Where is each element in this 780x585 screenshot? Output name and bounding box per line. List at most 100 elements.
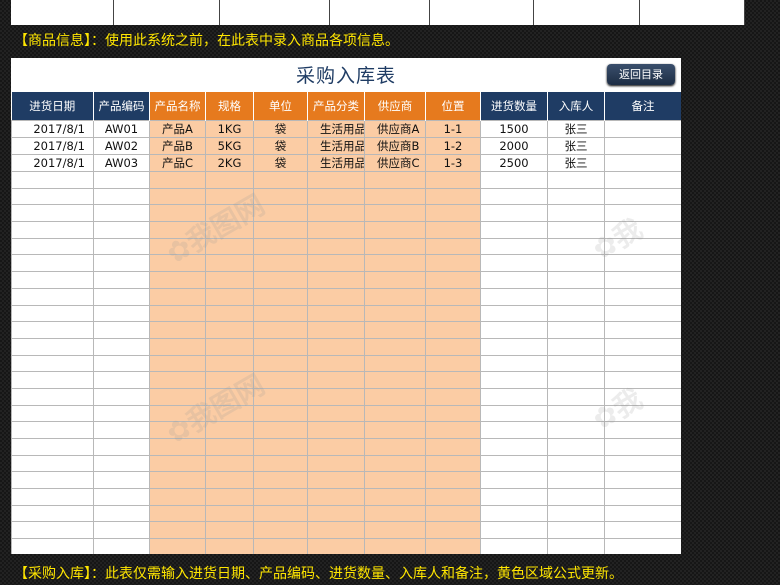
table-cell[interactable] [547, 304, 605, 323]
table-cell[interactable] [547, 471, 605, 490]
table-cell[interactable] [253, 387, 308, 406]
table-cell[interactable] [205, 204, 254, 223]
table-cell[interactable] [205, 471, 254, 490]
table-cell[interactable] [480, 438, 548, 456]
table-cell[interactable] [93, 304, 150, 323]
table-cell[interactable]: 2000 [480, 137, 548, 155]
table-cell[interactable] [93, 387, 150, 406]
table-cell[interactable] [11, 187, 94, 206]
table-cell[interactable] [480, 387, 548, 406]
table-cell[interactable] [307, 187, 365, 206]
table-cell[interactable]: 5KG [205, 137, 254, 155]
table-cell[interactable] [149, 171, 206, 189]
table-cell[interactable] [425, 254, 481, 273]
table-cell[interactable] [547, 221, 605, 239]
table-cell[interactable] [604, 204, 681, 223]
table-cell[interactable]: 张三 [547, 137, 605, 155]
table-cell[interactable] [205, 371, 254, 389]
table-cell[interactable]: 生活用品 [307, 137, 365, 155]
table-cell[interactable] [149, 271, 206, 289]
table-cell[interactable] [480, 454, 548, 473]
table-cell[interactable] [480, 354, 548, 373]
table-cell[interactable] [425, 337, 481, 356]
table-cell[interactable] [93, 237, 150, 256]
table-cell[interactable] [253, 254, 308, 273]
table-cell[interactable] [149, 504, 206, 523]
table-cell[interactable] [253, 438, 308, 456]
table-cell[interactable] [364, 404, 426, 423]
table-cell[interactable]: 产品B [149, 137, 206, 155]
table-cell[interactable] [604, 120, 681, 138]
table-cell[interactable] [547, 454, 605, 473]
table-cell[interactable] [307, 304, 365, 323]
table-cell[interactable] [604, 404, 681, 423]
table-cell[interactable]: 供应商B [364, 137, 426, 155]
table-cell[interactable] [425, 438, 481, 456]
table-cell[interactable] [149, 371, 206, 389]
table-cell[interactable] [149, 221, 206, 239]
table-cell[interactable] [307, 204, 365, 223]
table-cell[interactable] [480, 254, 548, 273]
table-cell[interactable]: 张三 [547, 120, 605, 138]
table-cell[interactable] [547, 237, 605, 256]
table-cell[interactable] [364, 221, 426, 239]
table-cell[interactable] [604, 304, 681, 323]
table-cell[interactable] [425, 454, 481, 473]
table-cell[interactable] [604, 154, 681, 172]
table-cell[interactable] [11, 221, 94, 239]
table-cell[interactable] [425, 488, 481, 506]
table-cell[interactable] [93, 171, 150, 189]
table-cell[interactable] [604, 438, 681, 456]
table-cell[interactable] [93, 471, 150, 490]
table-cell[interactable] [205, 404, 254, 423]
table-cell[interactable] [604, 521, 681, 540]
table-cell[interactable] [425, 387, 481, 406]
table-cell[interactable] [149, 354, 206, 373]
table-cell[interactable] [149, 488, 206, 506]
table-cell[interactable] [480, 187, 548, 206]
table-cell[interactable] [149, 237, 206, 256]
table-cell[interactable] [307, 538, 365, 554]
table-cell[interactable] [364, 304, 426, 323]
table-cell[interactable] [547, 438, 605, 456]
table-cell[interactable] [205, 304, 254, 323]
table-cell[interactable] [253, 237, 308, 256]
table-cell[interactable] [253, 488, 308, 506]
table-cell[interactable] [205, 387, 254, 406]
table-cell[interactable] [307, 421, 365, 439]
table-cell[interactable] [425, 321, 481, 339]
table-cell[interactable] [364, 521, 426, 540]
table-cell[interactable] [604, 171, 681, 189]
table-cell[interactable] [149, 204, 206, 223]
table-cell[interactable] [253, 271, 308, 289]
table-cell[interactable] [253, 371, 308, 389]
table-cell[interactable] [480, 287, 548, 306]
table-cell[interactable] [364, 171, 426, 189]
table-cell[interactable] [547, 404, 605, 423]
table-cell[interactable] [93, 354, 150, 373]
table-cell[interactable] [253, 538, 308, 554]
table-cell[interactable] [11, 421, 94, 439]
table-cell[interactable] [604, 337, 681, 356]
table-cell[interactable] [93, 454, 150, 473]
table-cell[interactable] [604, 421, 681, 439]
table-cell[interactable] [149, 304, 206, 323]
table-cell[interactable] [93, 204, 150, 223]
back-to-menu-button[interactable]: 返回目录 [607, 64, 675, 85]
table-cell[interactable] [149, 187, 206, 206]
table-cell[interactable] [149, 538, 206, 554]
table-cell[interactable] [307, 521, 365, 540]
table-cell[interactable] [547, 187, 605, 206]
table-cell[interactable] [547, 354, 605, 373]
table-cell[interactable] [425, 304, 481, 323]
table-cell[interactable] [364, 488, 426, 506]
table-cell[interactable]: AW03 [93, 154, 150, 172]
table-cell[interactable] [253, 287, 308, 306]
table-cell[interactable] [604, 287, 681, 306]
table-cell[interactable] [547, 287, 605, 306]
table-cell[interactable] [253, 304, 308, 323]
table-cell[interactable]: 1-2 [425, 137, 481, 155]
table-cell[interactable] [11, 254, 94, 273]
table-cell[interactable] [604, 538, 681, 554]
table-cell[interactable] [480, 271, 548, 289]
